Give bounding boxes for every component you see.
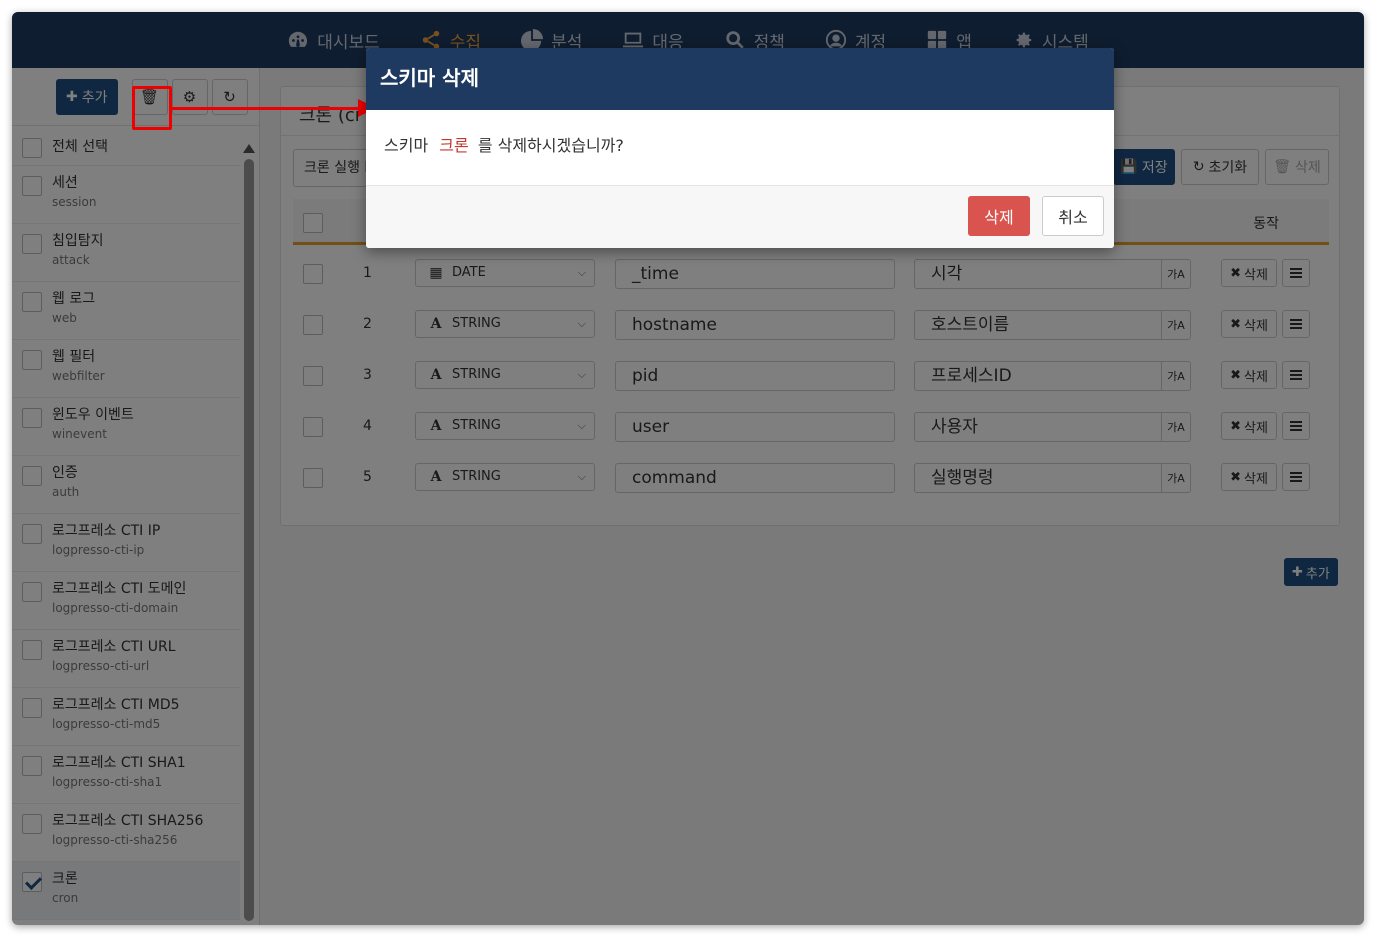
- cancel-button[interactable]: 취소: [1042, 196, 1104, 236]
- annotation-arrow-line: [172, 107, 360, 110]
- dialog-title: 스키마 삭제: [366, 48, 1114, 110]
- annotation-highlight-box: [132, 86, 172, 130]
- dialog-footer: 삭제 취소: [366, 186, 1114, 248]
- confirm-delete-button[interactable]: 삭제: [968, 196, 1030, 236]
- delete-schema-dialog: 스키마 삭제 스키마 크론 를 삭제하시겠습니까? 삭제 취소: [366, 48, 1114, 248]
- dialog-schema-name: 크론: [439, 136, 469, 155]
- dialog-body-suffix: 를 삭제하시겠습니까?: [477, 136, 624, 155]
- dialog-body-prefix: 스키마: [384, 136, 429, 155]
- dialog-body: 스키마 크론 를 삭제하시겠습니까?: [366, 110, 1114, 186]
